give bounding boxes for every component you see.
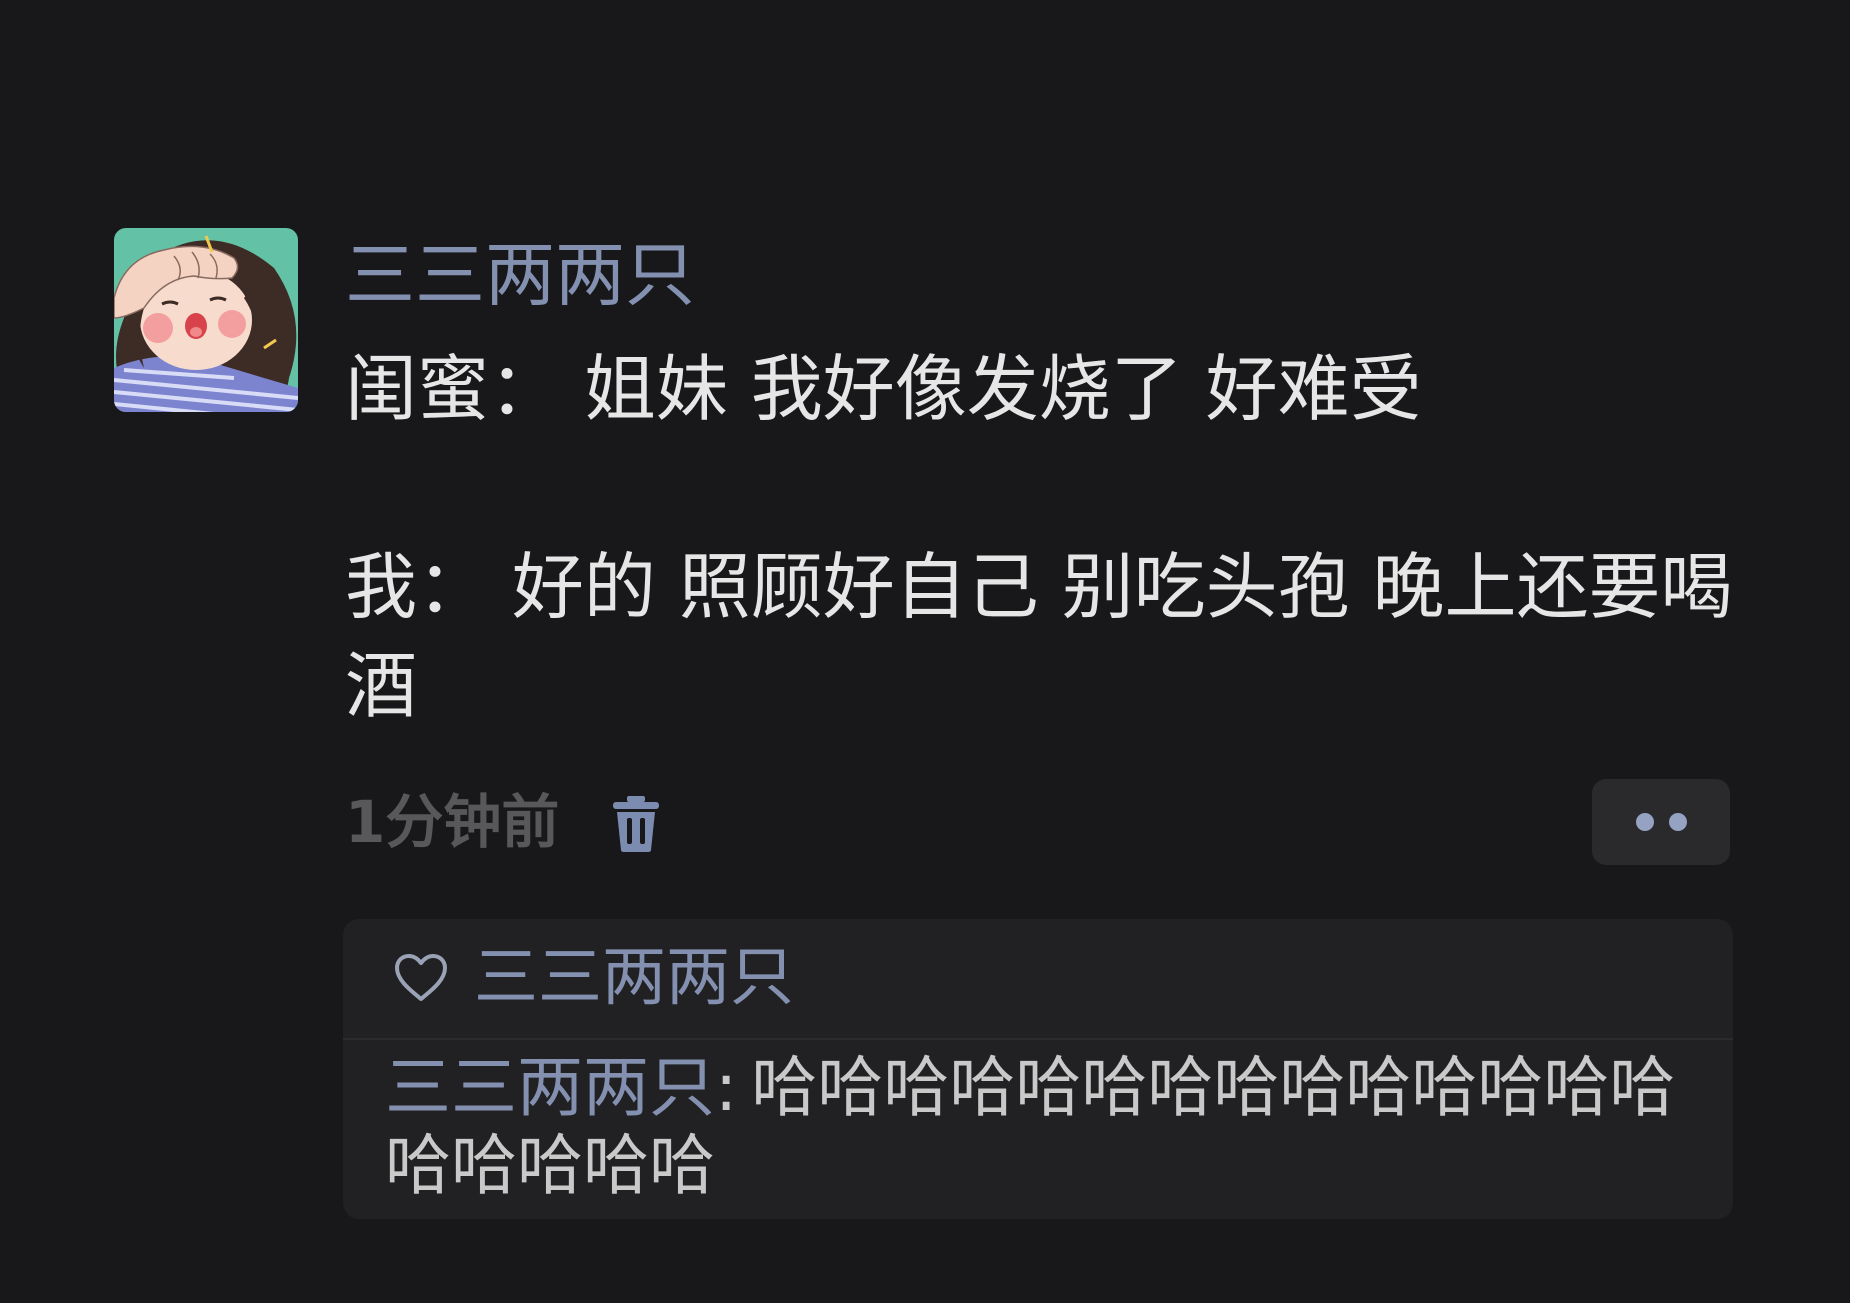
author-avatar[interactable] [114, 228, 298, 412]
trash-icon [613, 796, 659, 852]
post-timestamp: 1分钟前 [345, 788, 560, 856]
liker-name[interactable]: 三三两两只 [474, 942, 794, 1014]
post-author-name[interactable]: 三三两两只 [345, 235, 695, 315]
moment-post: 三三两两只 闺蜜： 姐妹 我好像发烧了 好难受 我： 好的 照顾好自己 别吃头孢… [0, 0, 1850, 1303]
more-actions-button[interactable] [1592, 779, 1730, 865]
delete-button[interactable] [611, 796, 661, 852]
likes-row: 三三两两只 [343, 919, 1733, 1038]
likes-and-comments-panel: 三三两两只 三三两两只: 哈哈哈哈哈哈哈哈哈哈哈哈哈哈哈哈哈哈哈 [343, 919, 1733, 1219]
comment-item[interactable]: 三三两两只: 哈哈哈哈哈哈哈哈哈哈哈哈哈哈哈哈哈哈哈 [385, 1049, 1715, 1205]
comment-separator: : [715, 1049, 738, 1126]
comment-author[interactable]: 三三两两只 [385, 1049, 715, 1126]
likes-comments-divider [343, 1038, 1733, 1040]
more-dots-icon [1636, 813, 1654, 831]
like-button[interactable] [393, 953, 449, 1003]
heart-icon [395, 954, 447, 1001]
avatar-illustration-icon [114, 228, 298, 412]
more-dots-icon [1669, 813, 1687, 831]
post-message: 闺蜜： 姐妹 我好像发烧了 好难受 我： 好的 照顾好自己 别吃头孢 晚上还要喝… [345, 347, 1733, 728]
